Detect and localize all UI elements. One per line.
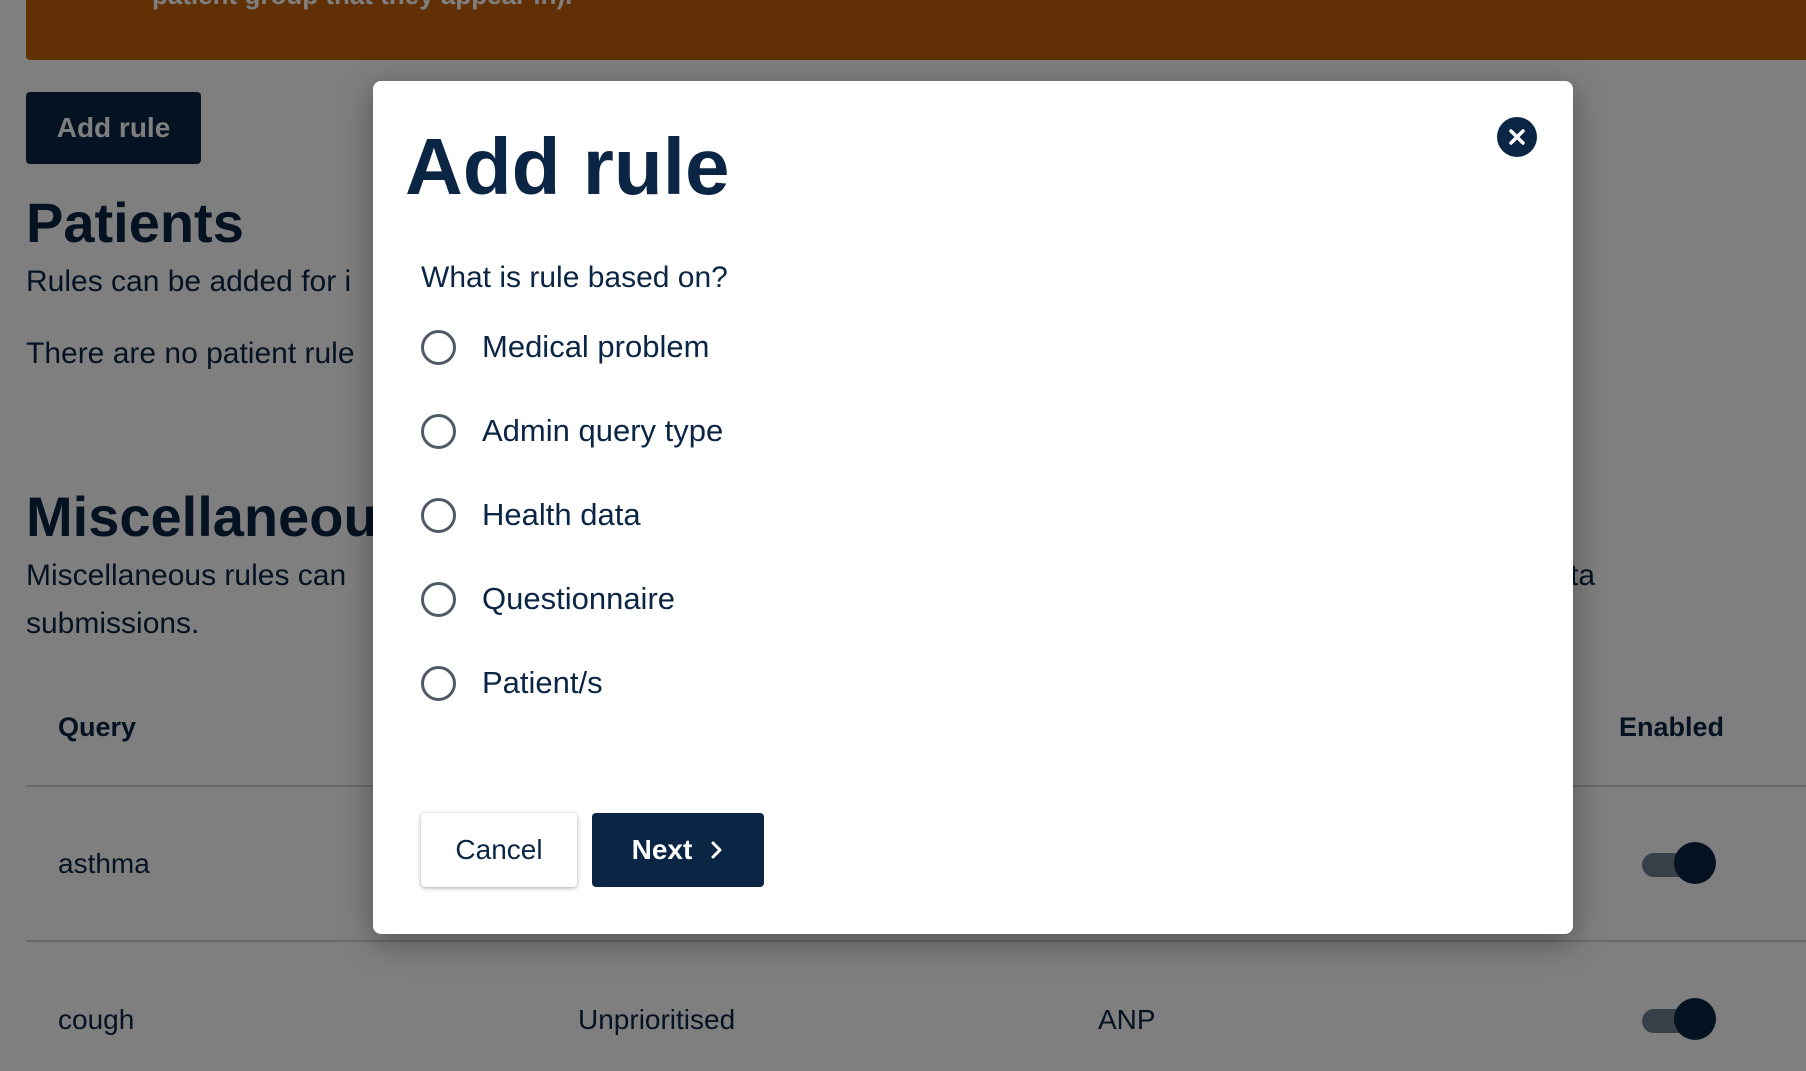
- radio-admin-query-type[interactable]: Admin query type: [421, 407, 723, 455]
- radio-label[interactable]: Health data: [482, 497, 641, 533]
- radio-questionnaire[interactable]: Questionnaire: [421, 575, 675, 623]
- cancel-button[interactable]: Cancel: [421, 813, 577, 887]
- add-rule-dialog: Add rule What is rule based on? Medical …: [373, 81, 1573, 934]
- radio-button[interactable]: [421, 581, 456, 617]
- close-button[interactable]: [1497, 117, 1537, 157]
- dialog-title: Add rule: [405, 122, 730, 211]
- radio-button[interactable]: [421, 413, 456, 449]
- rule-basis-question: What is rule based on?: [421, 261, 728, 294]
- radio-health-data[interactable]: Health data: [421, 491, 641, 539]
- chevron-right-icon: [711, 841, 722, 859]
- radio-label[interactable]: Medical problem: [482, 329, 709, 365]
- next-button-label: Next: [631, 834, 693, 865]
- next-button[interactable]: Next: [592, 813, 764, 887]
- radio-button[interactable]: [421, 665, 456, 701]
- radio-button[interactable]: [421, 329, 456, 365]
- radio-label[interactable]: Admin query type: [482, 413, 723, 449]
- close-icon: [1509, 129, 1525, 145]
- radio-patients[interactable]: Patient/s: [421, 659, 603, 707]
- radio-button[interactable]: [421, 497, 456, 533]
- radio-medical-problem[interactable]: Medical problem: [421, 323, 709, 371]
- radio-label[interactable]: Patient/s: [482, 665, 603, 701]
- radio-label[interactable]: Questionnaire: [482, 581, 675, 617]
